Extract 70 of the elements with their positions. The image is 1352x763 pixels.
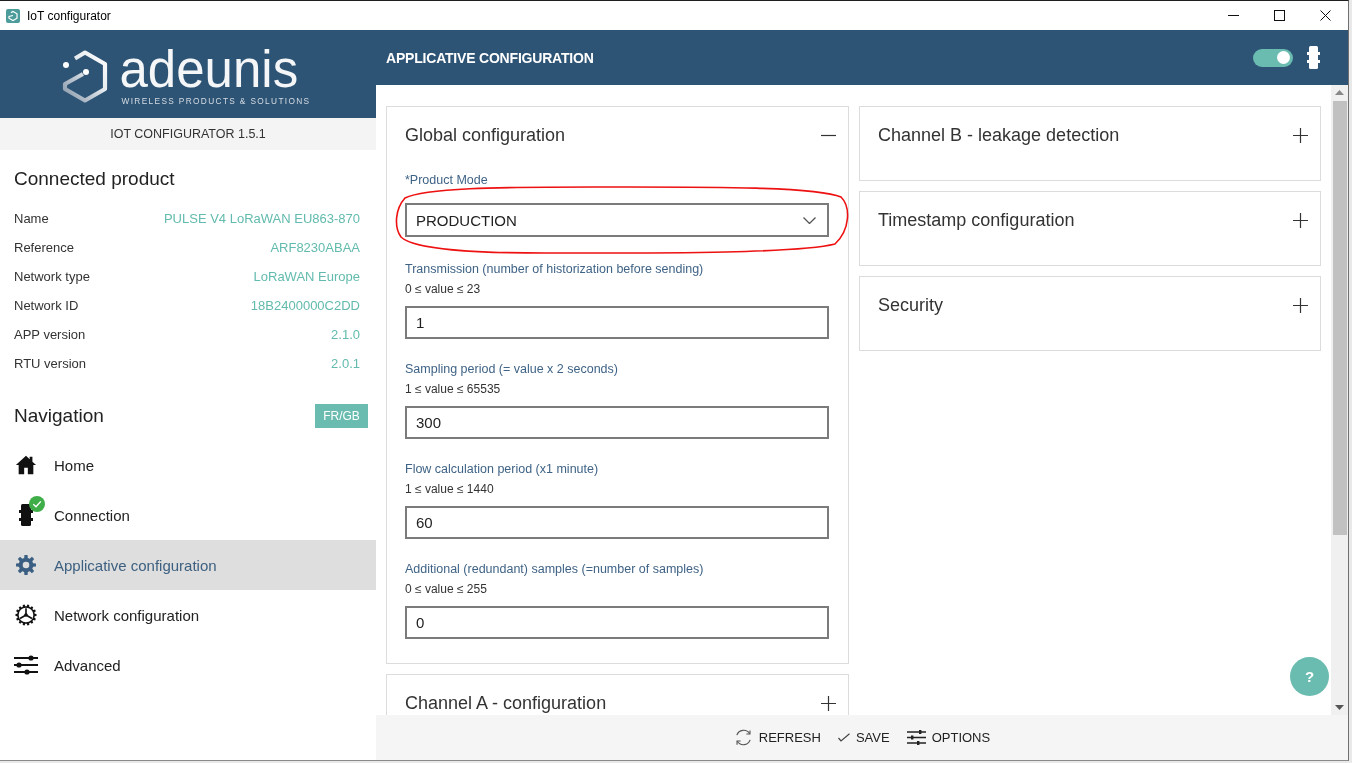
info-label: Reference	[14, 240, 74, 255]
info-label: RTU version	[14, 356, 86, 371]
app-icon	[6, 8, 20, 23]
field-label: *Product Mode	[405, 172, 488, 189]
info-label: Network ID	[14, 298, 79, 313]
sliders-icon	[906, 730, 926, 745]
number-field[interactable]: 1	[405, 306, 829, 339]
page-title: APPLICATIVE CONFIGURATION	[386, 49, 594, 66]
field-label: Transmission (number of historization before sending)	[405, 261, 704, 278]
scrollbar[interactable]	[1331, 85, 1348, 715]
house-icon	[15, 454, 37, 476]
brand-name: adeunis	[119, 45, 299, 95]
app-version: IOT CONFIGURATOR 1.5.1	[110, 127, 266, 141]
section-heading: Navigation	[14, 404, 104, 428]
nav-item[interactable]: Network configuration	[0, 590, 376, 640]
hexagon-logo-icon	[61, 49, 108, 103]
device-icon	[1307, 46, 1320, 69]
plus-icon[interactable]	[1293, 127, 1308, 143]
info-label: Network type	[14, 269, 90, 284]
range-hint: 1 ≤ value ≤ 65535	[405, 381, 501, 398]
refresh-icon	[733, 728, 753, 747]
number-field[interactable]: 0	[405, 606, 829, 639]
mode-dropdown[interactable]: PRODUCTION	[405, 203, 829, 237]
plus-icon[interactable]	[821, 695, 836, 711]
brand-tagline: WIRELESS PRODUCTS & SOLUTIONS	[121, 96, 311, 107]
range-hint: 0 ≤ value ≤ 255	[405, 581, 487, 598]
range-hint: 1 ≤ value ≤ 1440	[405, 481, 494, 498]
field-label: Flow calculation period (x1 minute)	[405, 461, 599, 478]
up-arrow-icon[interactable]	[1335, 90, 1344, 95]
field-label: Sampling period (= value x 2 seconds)	[405, 361, 618, 378]
nav-item[interactable]: Applicative configuration	[0, 540, 376, 590]
panel-title: Global configuration	[405, 125, 566, 145]
save-button[interactable]: SAVE	[837, 730, 890, 745]
gear-icon	[15, 554, 37, 576]
info-label: Name	[14, 211, 49, 226]
maximize-icon	[1273, 10, 1285, 21]
number-field[interactable]: 60	[405, 506, 829, 539]
device-icon	[19, 503, 33, 527]
panel-title: Channel A - configuration	[405, 693, 607, 713]
settings-wheel-icon	[15, 604, 37, 626]
check-icon	[837, 733, 850, 742]
info-value: PULSE V4 LoRaWAN EU863-870	[163, 211, 360, 226]
plus-icon[interactable]	[1293, 297, 1308, 313]
info-value: 18B2400000C2DD	[250, 298, 360, 313]
number-field[interactable]: 300	[405, 406, 829, 439]
section-heading: Connected product	[14, 167, 176, 191]
scrollbar-thumb[interactable]	[1332, 101, 1347, 535]
range-hint: 0 ≤ value ≤ 23	[405, 281, 481, 298]
options-button[interactable]: OPTIONS	[906, 730, 991, 745]
toggle-switch[interactable]	[1253, 48, 1293, 67]
info-value: 2.0.1	[331, 356, 360, 371]
refresh-button[interactable]: REFRESH	[733, 728, 821, 747]
info-label: APP version	[14, 327, 86, 342]
close-icon	[1319, 10, 1331, 21]
info-value: 2.1.0	[331, 327, 360, 342]
minimize-icon	[1227, 15, 1239, 16]
nav-item[interactable]: Home	[0, 440, 376, 490]
chevron-down-icon	[803, 216, 816, 224]
down-arrow-icon[interactable]	[1335, 705, 1344, 710]
nav-item[interactable]: Connection	[0, 490, 376, 540]
window-title: IoT configurator	[27, 8, 111, 23]
plus-icon[interactable]	[1293, 212, 1308, 228]
panel-title: Timestamp configuration	[878, 210, 1075, 230]
info-value: LoRaWAN Europe	[253, 269, 360, 284]
field-label: Additional (redundant) samples (=number of samples)	[405, 561, 704, 578]
panel-title: Channel B - leakage detection	[878, 125, 1120, 145]
sliders-icon	[14, 655, 38, 675]
info-value: ARF8230ABAA	[270, 240, 360, 255]
panel-title: Security	[878, 295, 944, 315]
nav-item[interactable]: Advanced	[0, 640, 376, 690]
